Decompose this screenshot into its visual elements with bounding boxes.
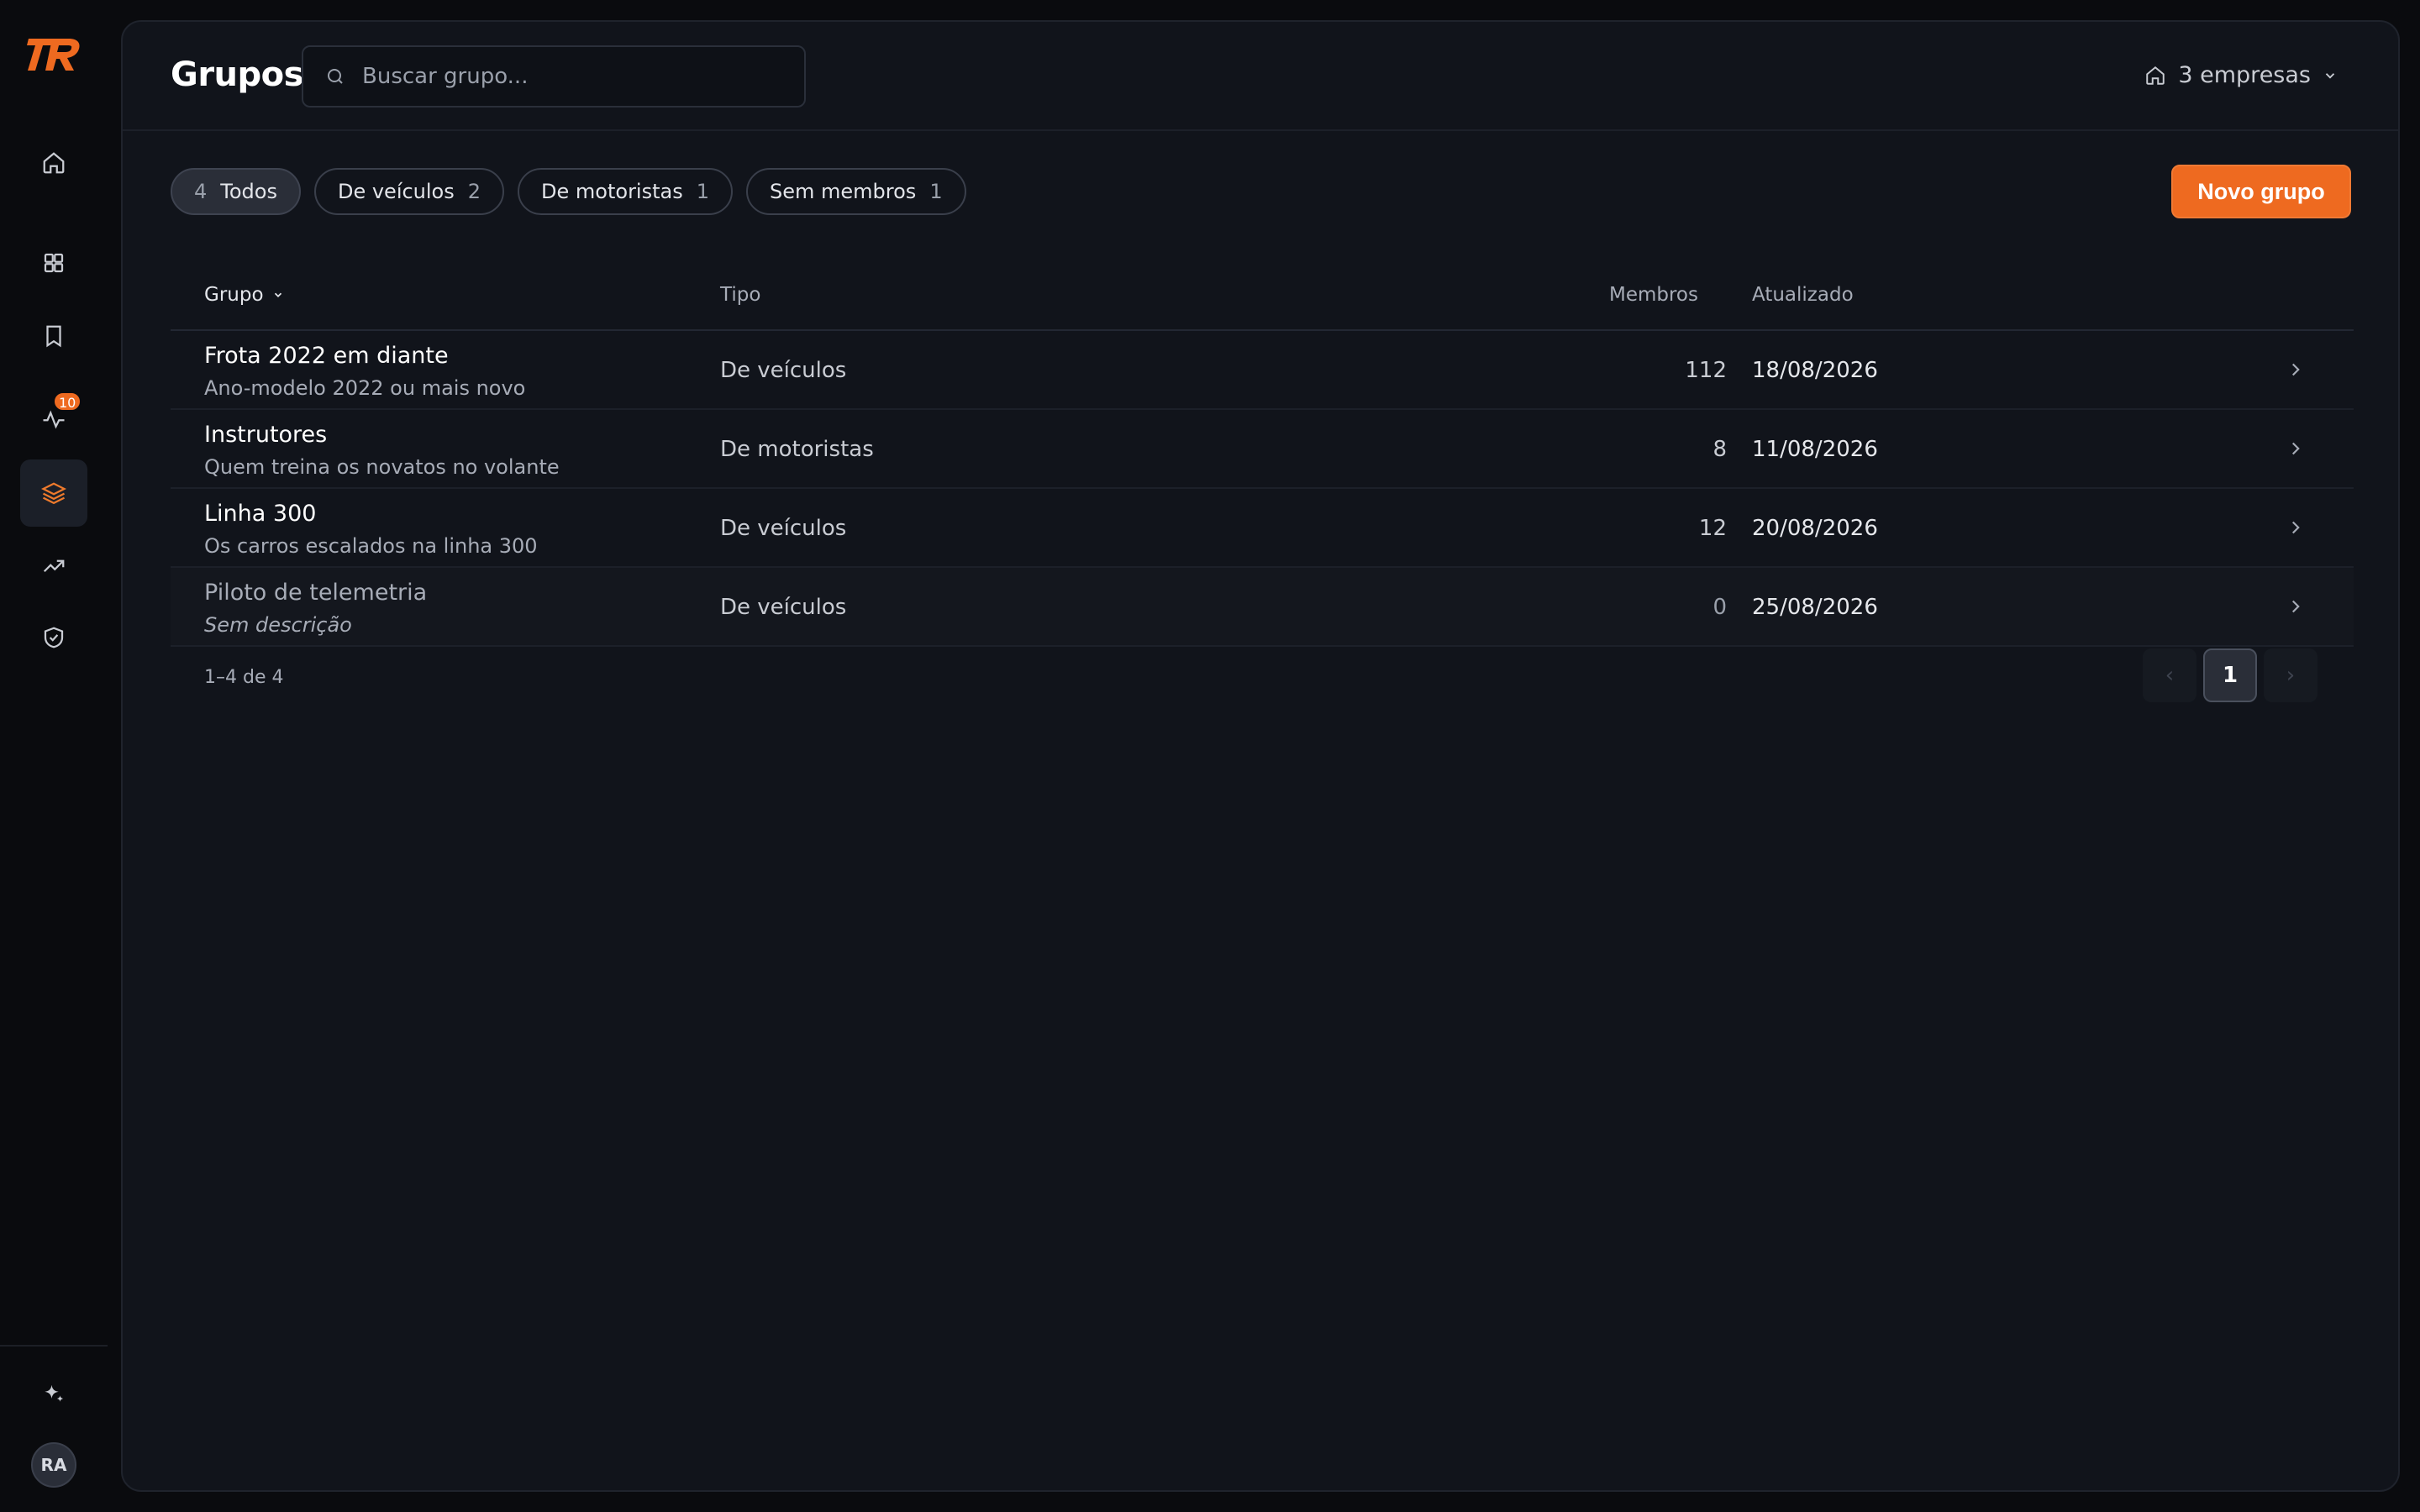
filter-count: 2	[467, 180, 481, 203]
group-members: 0	[1712, 595, 1727, 620]
filter-chip-motoristas[interactable]: De motoristas 1	[518, 168, 734, 215]
sort-chevron-icon	[274, 292, 281, 297]
shield-check-icon	[44, 627, 64, 648]
search-icon	[328, 69, 343, 84]
filter-label: Sem membros	[770, 180, 917, 203]
column-header-label: Grupo	[204, 284, 264, 306]
group-type: De veículos	[720, 516, 847, 541]
table-row[interactable]: Instrutores Quem treina os novatos no vo…	[171, 410, 2354, 489]
group-type: De motoristas	[720, 437, 874, 462]
page-header: Grupos 3 empresas	[123, 22, 2398, 131]
filter-label: De motoristas	[541, 180, 683, 203]
column-header-grupo[interactable]: Grupo	[204, 284, 284, 306]
group-description: Sem descrição	[204, 613, 352, 637]
app-logo[interactable]	[24, 34, 84, 76]
new-group-button[interactable]: Novo grupo	[2171, 165, 2351, 218]
group-description: Quem treina os novatos no volante	[204, 455, 560, 479]
activity-badge: 10	[53, 391, 82, 412]
group-updated: 11/08/2026	[1752, 437, 1878, 462]
logo-icon	[27, 39, 80, 71]
chevron-down-icon	[2325, 72, 2335, 79]
group-name: Piloto de telemetria	[204, 580, 428, 606]
chevron-right-icon[interactable]	[2285, 438, 2307, 459]
page-title: Grupos	[171, 55, 303, 94]
nav-reports[interactable]	[20, 533, 87, 600]
group-updated: 18/08/2026	[1752, 358, 1878, 383]
page-button-current[interactable]: 1	[2203, 648, 2257, 702]
trending-up-icon	[43, 559, 65, 573]
filter-count: 4	[194, 180, 208, 203]
chevron-right-icon[interactable]	[2285, 359, 2307, 381]
pagination-info: 1–4 de 4	[204, 667, 284, 688]
filter-chip-veiculos[interactable]: De veículos 2	[313, 168, 505, 215]
nav-activity[interactable]: 10	[20, 386, 87, 453]
group-members: 12	[1698, 516, 1727, 541]
pagination: ‹ 1 ›	[2143, 648, 2317, 702]
group-name: Linha 300	[204, 501, 317, 527]
group-type: De veículos	[720, 358, 847, 383]
chevron-right-icon[interactable]	[2285, 596, 2307, 617]
filter-label: Todos	[220, 180, 277, 203]
sidebar: 10 RA	[0, 0, 108, 1512]
company-selector-label: 3 empresas	[2178, 62, 2311, 88]
bookmark-icon	[46, 325, 61, 348]
column-header-tipo[interactable]: Tipo	[720, 284, 760, 306]
table-header: Grupo Tipo Membros Atualizado	[171, 259, 2354, 331]
grid-icon	[44, 253, 64, 273]
group-name: Instrutores	[204, 422, 328, 448]
next-page-button[interactable]: ›	[2264, 648, 2317, 702]
nav-saved[interactable]	[20, 302, 87, 370]
search-input[interactable]	[362, 64, 765, 89]
chevron-right-icon[interactable]	[2285, 517, 2307, 538]
group-members: 8	[1712, 437, 1727, 462]
search-box[interactable]	[302, 45, 806, 108]
group-members: 112	[1685, 358, 1727, 383]
nav-security[interactable]	[20, 604, 87, 671]
column-header-atualizado[interactable]: Atualizado	[1752, 284, 1854, 306]
nav-assistant[interactable]	[20, 1361, 87, 1428]
building-icon	[2146, 66, 2165, 85]
filter-count: 1	[696, 180, 710, 203]
filter-count: 1	[929, 180, 943, 203]
filter-chip-sem-membros[interactable]: Sem membros 1	[746, 168, 966, 215]
filter-chip-todos[interactable]: 4 Todos	[171, 168, 301, 215]
prev-page-button[interactable]: ‹	[2143, 648, 2196, 702]
table-row[interactable]: Piloto de telemetria Sem descrição De ve…	[171, 568, 2354, 647]
group-description: Ano-modelo 2022 ou mais novo	[204, 376, 526, 400]
filter-label: De veículos	[337, 180, 455, 203]
group-description: Os carros escalados na linha 300	[204, 534, 538, 558]
group-type: De veículos	[720, 595, 847, 620]
nav-home[interactable]	[20, 129, 87, 197]
nav-dashboard[interactable]	[20, 229, 87, 297]
filter-chips: 4 Todos De veículos 2 De motoristas 1 Se…	[171, 168, 966, 215]
table-row[interactable]: Frota 2022 em diante Ano-modelo 2022 ou …	[171, 331, 2354, 410]
column-header-membros[interactable]: Membros	[1609, 284, 1698, 306]
sidebar-divider	[0, 1345, 108, 1347]
group-updated: 20/08/2026	[1752, 516, 1878, 541]
groups-table: Grupo Tipo Membros Atualizado Frota 2022…	[171, 259, 2354, 647]
home-icon	[43, 152, 65, 174]
group-updated: 25/08/2026	[1752, 595, 1878, 620]
sparkle-icon	[45, 1384, 64, 1402]
layers-icon	[41, 482, 66, 505]
user-avatar[interactable]: RA	[31, 1442, 76, 1488]
table-row[interactable]: Linha 300 Os carros escalados na linha 3…	[171, 489, 2354, 568]
nav-groups[interactable]	[20, 459, 87, 527]
main-panel: Grupos 3 empresas 4 Todos De veículos 2 …	[121, 20, 2400, 1492]
company-selector[interactable]: 3 empresas	[2144, 62, 2338, 88]
group-name: Frota 2022 em diante	[204, 343, 449, 369]
